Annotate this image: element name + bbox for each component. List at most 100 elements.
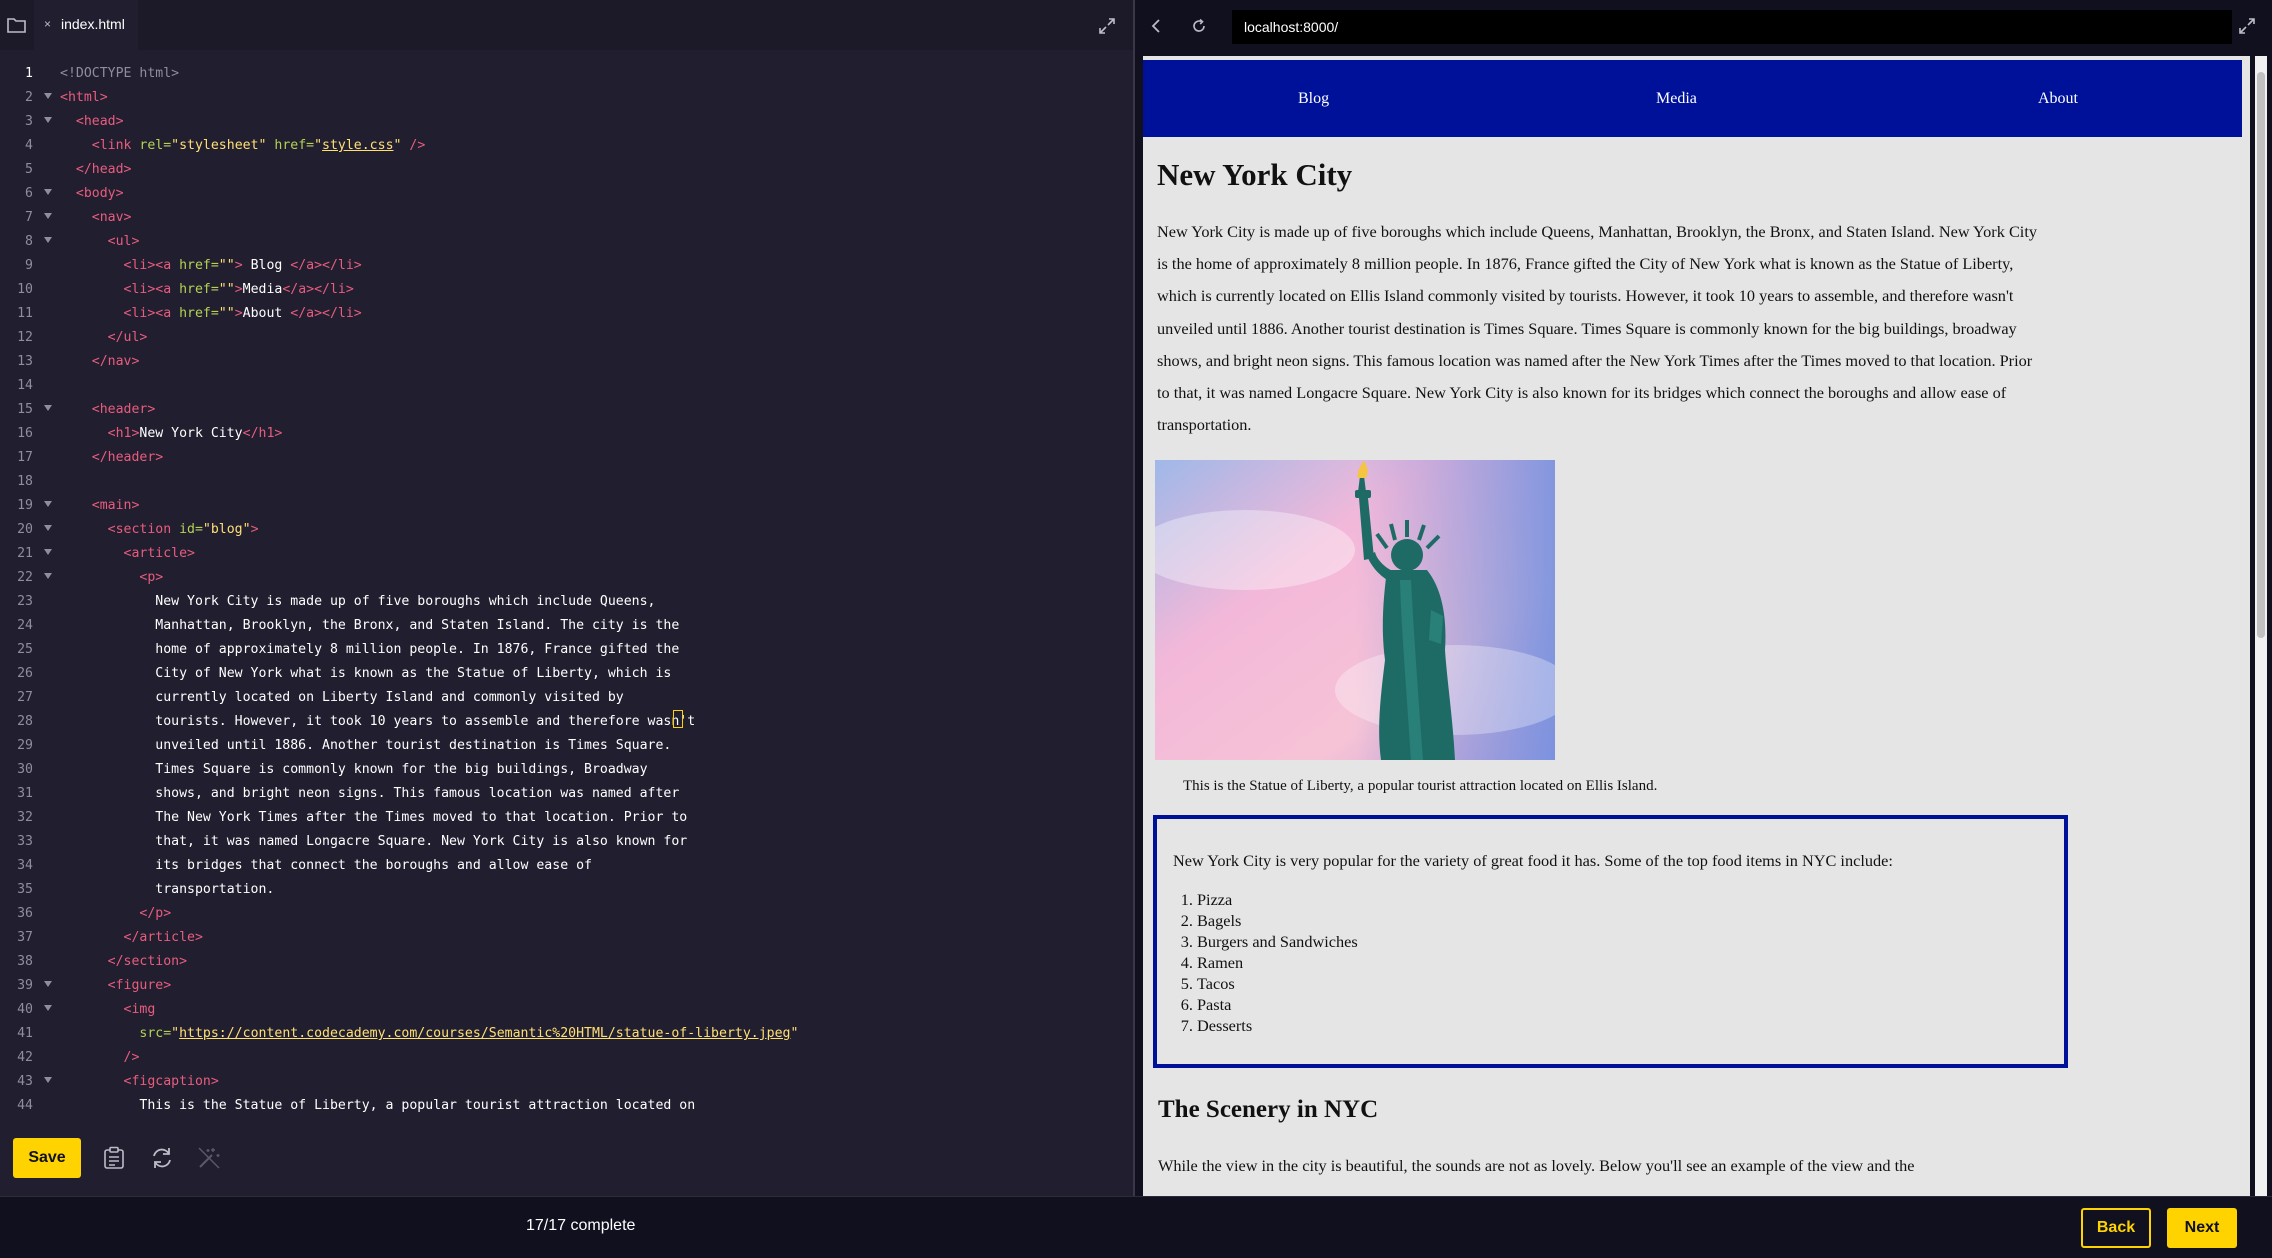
code-line[interactable]: 12 </ul> (0, 326, 1133, 350)
file-tab-index[interactable]: × index.html (34, 0, 138, 50)
code-line[interactable]: 40 <img (0, 998, 1133, 1022)
code-line[interactable]: 20 <section id="blog"> (0, 518, 1133, 542)
back-button[interactable]: Back (2081, 1208, 2151, 1248)
folder-icon[interactable] (6, 14, 28, 36)
refresh-icon[interactable] (149, 1145, 175, 1171)
code-line[interactable]: 3 <head> (0, 110, 1133, 134)
nav-link-blog[interactable]: Blog (1298, 90, 1329, 108)
code-line[interactable]: 6 <body> (0, 182, 1133, 206)
save-button[interactable]: Save (13, 1138, 81, 1178)
list-item: Tacos (1197, 973, 1358, 994)
line-number: 11 (17, 306, 33, 321)
code-text: New York City is made up of five borough… (60, 590, 655, 614)
code-text: </head> (60, 158, 132, 182)
reload-icon[interactable] (1191, 18, 1207, 34)
code-line[interactable]: 38 </section> (0, 950, 1133, 974)
code-text: </p> (60, 902, 171, 926)
code-line[interactable]: 9 <li><a href=""> Blog </a></li> (0, 254, 1133, 278)
fold-arrow-icon[interactable] (44, 549, 52, 555)
code-token: <img (60, 1002, 156, 1017)
scrollbar[interactable] (2255, 56, 2267, 1196)
code-line[interactable]: 35 transportation. (0, 878, 1133, 902)
code-line[interactable]: 28 tourists. However, it took 10 years t… (0, 710, 1133, 734)
code-line[interactable]: 10 <li><a href="">Media</a></li> (0, 278, 1133, 302)
code-line[interactable]: 22 <p> (0, 566, 1133, 590)
fold-arrow-icon[interactable] (44, 1077, 52, 1083)
code-token: New York City is made up of five borough… (60, 594, 656, 609)
code-line[interactable]: 31 shows, and bright neon signs. This fa… (0, 782, 1133, 806)
fold-arrow-icon[interactable] (44, 213, 52, 219)
code-text: <img (60, 998, 156, 1022)
code-text: transportation. (60, 878, 274, 902)
code-line[interactable]: 7 <nav> (0, 206, 1133, 230)
code-text: </nav> (60, 350, 140, 374)
code-token: id= (179, 522, 203, 537)
code-line[interactable]: 21 <article> (0, 542, 1133, 566)
scrollbar-thumb[interactable] (2257, 72, 2265, 638)
code-line[interactable]: 16 <h1>New York City</h1> (0, 422, 1133, 446)
code-line[interactable]: 34 its bridges that connect the boroughs… (0, 854, 1133, 878)
code-line[interactable]: 43 <figcaption> (0, 1070, 1133, 1094)
code-line[interactable]: 13 </nav> (0, 350, 1133, 374)
expand-icon[interactable] (2238, 17, 2256, 35)
code-line[interactable]: 42 /> (0, 1046, 1133, 1070)
line-number: 23 (17, 594, 33, 609)
code-token: </a></li> (290, 258, 362, 273)
back-arrow-icon[interactable] (1149, 18, 1165, 34)
code-line[interactable]: 30 Times Square is commonly known for th… (0, 758, 1133, 782)
code-token: City of New York what is known as the St… (60, 666, 672, 681)
code-token: <!DOCTYPE html> (60, 66, 180, 81)
fold-arrow-icon[interactable] (44, 981, 52, 987)
code-line[interactable]: 19 <main> (0, 494, 1133, 518)
code-line[interactable]: 5 </head> (0, 158, 1133, 182)
magic-wand-icon[interactable] (196, 1145, 222, 1171)
code-line[interactable]: 8 <ul> (0, 230, 1133, 254)
next-button[interactable]: Next (2167, 1208, 2237, 1248)
fold-arrow-icon[interactable] (44, 117, 52, 123)
code-text: Manhattan, Brooklyn, the Bronx, and Stat… (60, 614, 679, 638)
code-line[interactable]: 39 <figure> (0, 974, 1133, 998)
clipboard-icon[interactable] (101, 1145, 127, 1171)
code-line[interactable]: 24 Manhattan, Brooklyn, the Bronx, and S… (0, 614, 1133, 638)
code-line[interactable]: 41 src="https://content.codecademy.com/c… (0, 1022, 1133, 1046)
code-line[interactable]: 32 The New York Times after the Times mo… (0, 806, 1133, 830)
code-line[interactable]: 36 </p> (0, 902, 1133, 926)
line-number: 29 (17, 738, 33, 753)
code-line[interactable]: 4 <link rel="stylesheet" href="style.css… (0, 134, 1133, 158)
fold-arrow-icon[interactable] (44, 237, 52, 243)
fold-arrow-icon[interactable] (44, 525, 52, 531)
code-line[interactable]: 25 home of approximately 8 million peopl… (0, 638, 1133, 662)
code-area[interactable]: 1 <!DOCTYPE html> 2 <html> 3 <head> 4 <link r… (0, 62, 1133, 1120)
close-tab-icon[interactable]: × (44, 17, 51, 31)
code-line[interactable]: 26 City of New York what is known as the… (0, 662, 1133, 686)
code-line[interactable]: 15 <header> (0, 398, 1133, 422)
code-line[interactable]: 17 </header> (0, 446, 1133, 470)
url-input[interactable] (1232, 10, 2232, 44)
code-line[interactable]: 33 that, it was named Longacre Square. N… (0, 830, 1133, 854)
fold-arrow-icon[interactable] (44, 93, 52, 99)
code-line[interactable]: 27 currently located on Liberty Island a… (0, 686, 1133, 710)
code-line[interactable]: 29 unveiled until 1886. Another tourist … (0, 734, 1133, 758)
code-line[interactable]: 11 <li><a href="">About </a></li> (0, 302, 1133, 326)
code-text: Times Square is commonly known for the b… (60, 758, 647, 782)
fold-arrow-icon[interactable] (44, 501, 52, 507)
fold-arrow-icon[interactable] (44, 573, 52, 579)
line-number: 32 (17, 810, 33, 825)
code-line[interactable]: 1 <!DOCTYPE html> (0, 62, 1133, 86)
scenery-heading: The Scenery in NYC (1158, 1096, 1379, 1123)
expand-icon[interactable] (1098, 17, 1116, 35)
code-line[interactable]: 23 New York City is made up of five boro… (0, 590, 1133, 614)
nav-link-about[interactable]: About (2038, 90, 2078, 108)
code-line[interactable]: 2 <html> (0, 86, 1133, 110)
nav-link-media[interactable]: Media (1656, 90, 1697, 108)
fold-arrow-icon[interactable] (44, 1005, 52, 1011)
code-line[interactable]: 14 (0, 374, 1133, 398)
code-line[interactable]: 18 (0, 470, 1133, 494)
site-nav: Blog Media About (1143, 60, 2242, 137)
fold-arrow-icon[interactable] (44, 189, 52, 195)
code-line[interactable]: 44 This is the Statue of Liberty, a popu… (0, 1094, 1133, 1118)
fold-arrow-icon[interactable] (44, 405, 52, 411)
browser-viewport[interactable]: Blog Media About New York City New York … (1143, 56, 2250, 1196)
code-line[interactable]: 37 </article> (0, 926, 1133, 950)
line-number: 20 (17, 522, 33, 537)
